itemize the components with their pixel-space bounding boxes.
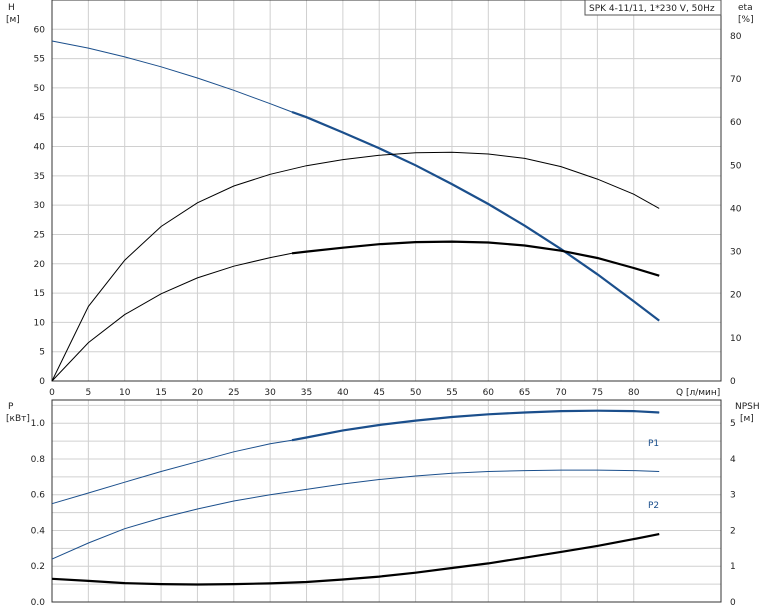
x-tick-label: 35	[301, 388, 312, 398]
bottom-left-tick-label: 0.0	[31, 598, 46, 608]
x-axis-label: Q [л/мин]	[676, 388, 720, 398]
top-right-tick-label: 0	[730, 377, 736, 387]
bottom-left-tick-label: 0.6	[31, 491, 46, 501]
top-left-tick-label: 20	[34, 260, 46, 270]
bottom-right-tick-label: 2	[730, 526, 736, 536]
x-tick-label: 5	[85, 388, 91, 398]
series-eta_pump-line	[51, 241, 660, 382]
top-left-tick-label: 60	[34, 25, 46, 35]
x-tick-label: 10	[119, 388, 131, 398]
bottom-right-tick-label: 0	[730, 598, 736, 608]
bottom-right-tick-label: 3	[730, 491, 736, 501]
top-left-tick-label: 55	[34, 55, 45, 65]
bottom-left-tick-label: 0.2	[31, 562, 45, 572]
top-left-tick-label: 50	[34, 84, 46, 94]
top-right-axis-label: eta	[738, 3, 753, 13]
bottom-right-tick-label: 4	[730, 455, 736, 465]
top-left-tick-label: 30	[34, 201, 46, 211]
top-left-tick-label: 35	[34, 172, 45, 182]
top-right-tick-label: 70	[730, 75, 742, 85]
x-tick-label: 65	[519, 388, 530, 398]
top-right-tick-label: 60	[730, 118, 742, 128]
bottom-left-tick-label: 1.0	[31, 419, 46, 429]
bottom-right-axis-label: NPSH	[735, 402, 760, 412]
top-right-tick-label: 40	[730, 204, 742, 214]
bottom-right-tick-label: 1	[730, 562, 736, 572]
series-NPSH-line	[51, 533, 660, 586]
series-NPSH-duty-range	[51, 533, 660, 586]
top-left-tick-label: 5	[39, 348, 45, 358]
top-grid	[51, 0, 721, 382]
chart-title: SPK 4-11/11, 1*230 V, 50Hz	[589, 4, 715, 14]
x-tick-label: 15	[155, 388, 166, 398]
x-tick-label: 0	[49, 388, 55, 398]
series-label-p1: P1	[648, 439, 659, 449]
top-right-axis-unit: [%]	[738, 15, 754, 25]
top-right-tick-label: 10	[730, 334, 742, 344]
x-tick-label: 60	[483, 388, 495, 398]
bottom-left-tick-label: 0.8	[31, 455, 46, 465]
x-tick-label: 45	[374, 388, 385, 398]
series-eta_total-line	[51, 151, 660, 382]
top-plot-frame	[51, 0, 722, 382]
x-tick-label: 20	[192, 388, 204, 398]
series-P2-line	[51, 469, 660, 560]
top-left-tick-label: 0	[39, 377, 45, 387]
pump-curve-chart: 0 5 10 15 20 25 30 35 40 45 50 55 60 65 70 75 8005101520…	[6, 0, 760, 608]
series-H-duty-range	[291, 110, 660, 322]
top-right-tick-label: 80	[730, 32, 742, 42]
top-right-tick-label: 50	[730, 161, 742, 171]
top-right-tick-label: 20	[730, 291, 742, 301]
bottom-plot-frame	[51, 399, 722, 603]
top-left-tick-label: 25	[34, 230, 45, 240]
x-tick-label: 25	[228, 388, 239, 398]
bottom-left-axis-label: P	[8, 402, 14, 412]
x-tick-label: 30	[264, 388, 276, 398]
x-tick-label: 55	[446, 388, 457, 398]
x-tick-label: 70	[555, 388, 567, 398]
bottom-right-tick-label: 5	[730, 419, 736, 429]
top-left-tick-label: 45	[34, 113, 45, 123]
series-eta_pump-duty-range	[291, 240, 660, 277]
bottom-left-tick-label: 0.4	[31, 526, 46, 536]
top-left-tick-label: 10	[34, 318, 46, 328]
series-label-p2: P2	[648, 501, 659, 511]
top-left-axis-unit: [м]	[6, 15, 20, 25]
series-H-line	[51, 40, 660, 321]
top-left-axis-label: H	[8, 3, 15, 13]
bottom-grid	[51, 400, 721, 603]
bottom-right-axis-unit: [м]	[740, 414, 754, 424]
top-right-tick-label: 30	[730, 248, 742, 258]
bottom-left-axis-unit: [кВт]	[6, 414, 30, 424]
series-P1-duty-range	[291, 409, 660, 442]
series-P1-line	[51, 410, 660, 505]
x-tick-label: 50	[410, 388, 422, 398]
x-tick-label: 75	[592, 388, 603, 398]
top-left-tick-label: 15	[34, 289, 45, 299]
x-tick-label: 80	[628, 388, 640, 398]
x-tick-label: 40	[337, 388, 349, 398]
top-left-tick-label: 40	[34, 143, 46, 153]
